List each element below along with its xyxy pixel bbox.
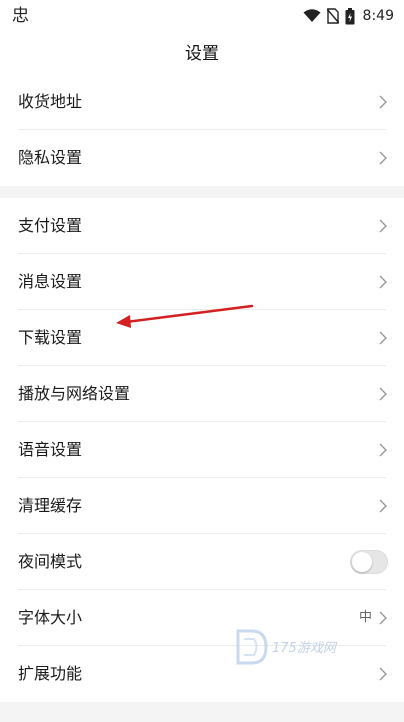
page-title: 设置 (185, 44, 219, 64)
settings-item-shipping-address[interactable]: 收货地址 (0, 74, 404, 130)
settings-item-label: 夜间模式 (18, 552, 83, 571)
settings-item-voice[interactable]: 语音设置 (0, 422, 404, 478)
status-time: 8:49 (362, 8, 394, 24)
chevron-right-icon (379, 499, 387, 513)
chevron-right-icon (379, 387, 387, 401)
settings-item-label: 消息设置 (18, 272, 83, 291)
toggle-knob (352, 552, 372, 572)
settings-item-payment[interactable]: 支付设置 (0, 198, 404, 254)
chevron-right-icon (379, 443, 387, 457)
chevron-right-icon (379, 219, 387, 233)
chevron-right-icon (379, 611, 387, 625)
watermark-logo-icon: 175游戏网 (236, 629, 338, 665)
status-bar: 忠 8:49 (0, 0, 404, 34)
chevron-right-icon (379, 667, 387, 681)
chevron-right-icon (379, 151, 387, 165)
chevron-right-icon (379, 331, 387, 345)
annotation-arrow-icon (116, 304, 254, 328)
settings-item-label: 扩展功能 (18, 664, 83, 683)
section-gap (0, 186, 404, 198)
settings-item-clear-cache[interactable]: 清理缓存 (0, 478, 404, 534)
night-mode-toggle[interactable] (350, 550, 388, 574)
battery-icon (345, 7, 355, 24)
settings-item-label: 隐私设置 (18, 148, 83, 167)
settings-item-privacy[interactable]: 隐私设置 (0, 130, 404, 186)
wifi-icon (303, 9, 321, 22)
settings-item-night-mode: 夜间模式 (0, 534, 404, 590)
settings-item-label: 收货地址 (18, 92, 83, 111)
chevron-right-icon (379, 95, 387, 109)
settings-item-label: 字体大小 (18, 608, 83, 627)
settings-item-label: 播放与网络设置 (18, 384, 131, 403)
no-sim-icon (326, 8, 339, 24)
watermark-text: 175游戏网 (272, 641, 338, 656)
app-notification-icon: 忠 (12, 6, 29, 26)
settings-item-label: 语音设置 (18, 440, 83, 459)
chevron-right-icon (379, 275, 387, 289)
settings-item-label: 下载设置 (18, 328, 83, 347)
settings-item-label: 支付设置 (18, 216, 83, 235)
page-header: 设置 (0, 34, 404, 74)
status-icons: 8:49 (303, 6, 394, 26)
settings-item-label: 清理缓存 (18, 496, 83, 515)
section-gap (0, 702, 404, 722)
settings-item-playback-network[interactable]: 播放与网络设置 (0, 366, 404, 422)
